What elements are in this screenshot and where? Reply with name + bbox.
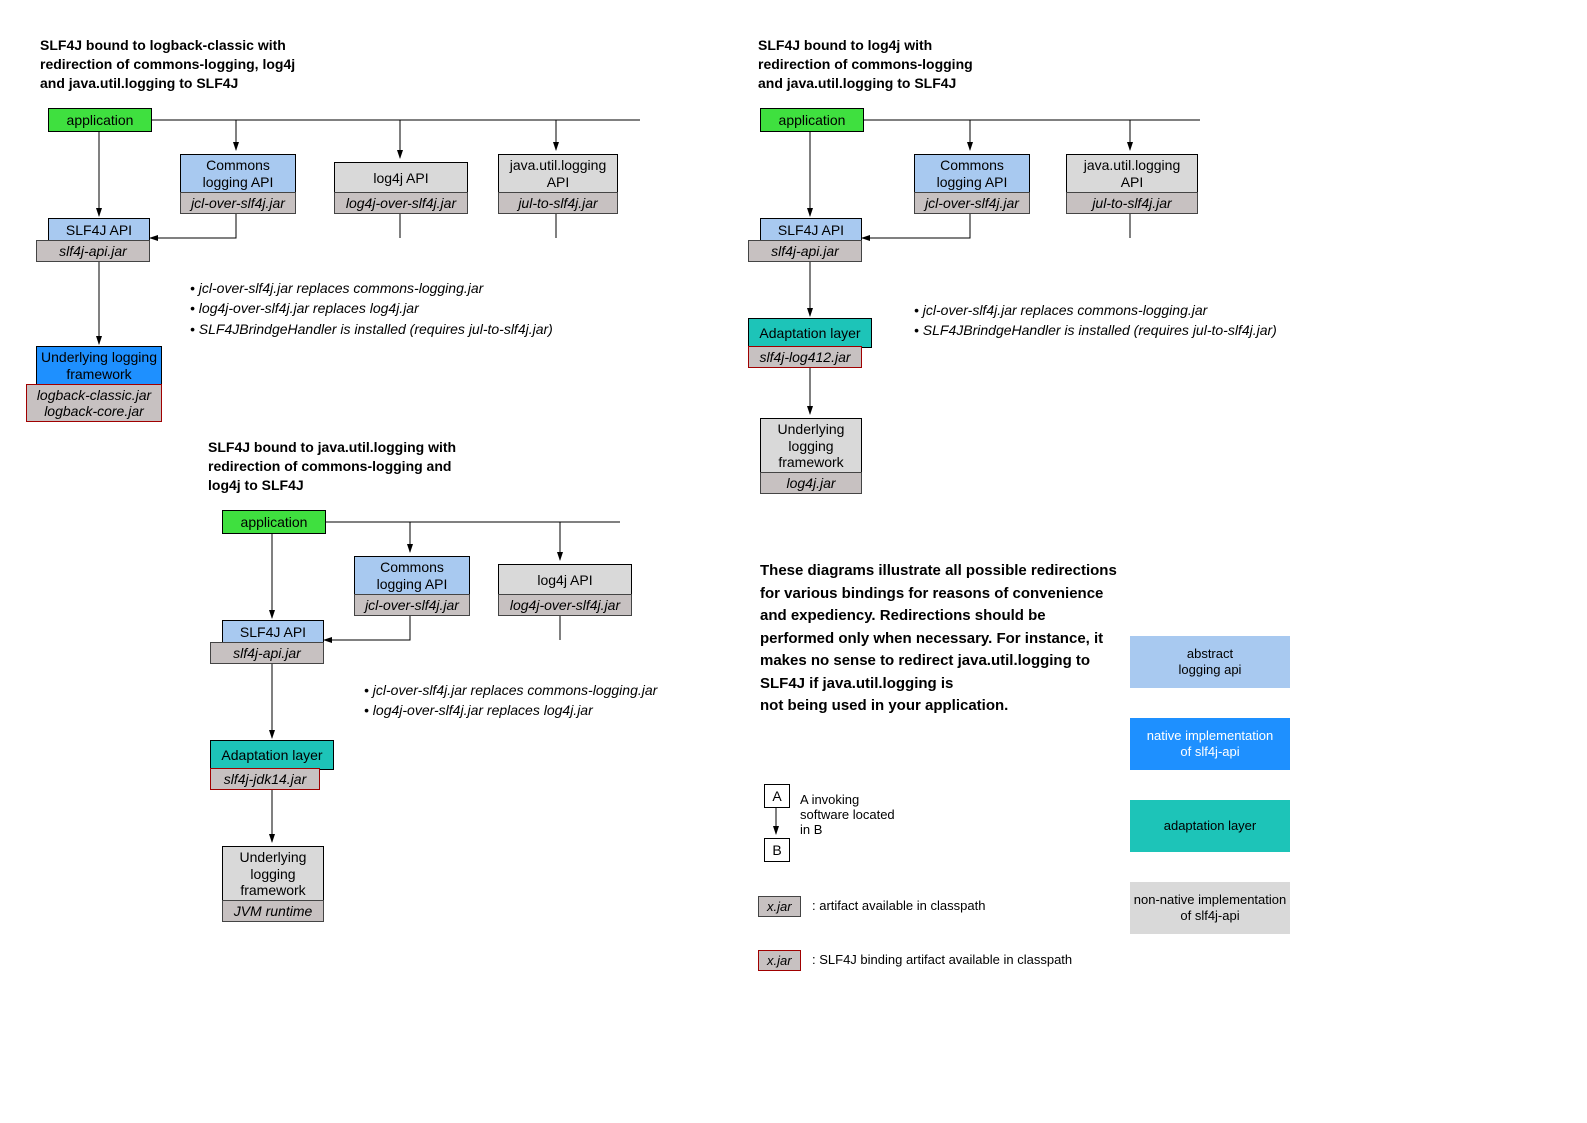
legend-abstract-api: abstract logging api: [1130, 636, 1290, 688]
legend-nonnative-impl: non-native implementation of slf4j-api: [1130, 882, 1290, 934]
d3-underlying: Underlying logging framework: [760, 418, 862, 474]
d2-commons-api: Commons logging API: [354, 556, 470, 596]
d3-commons-api: Commons logging API: [914, 154, 1030, 194]
d1-log4j-jar: log4j-over-slf4j.jar: [334, 192, 468, 214]
d1-bullets: jcl-over-slf4j.jar replaces commons-logg…: [190, 278, 553, 339]
legend-a-box: A: [764, 784, 790, 808]
d3-jul-jar: jul-to-slf4j.jar: [1066, 192, 1198, 214]
legend-b-box: B: [764, 838, 790, 862]
d1-commons-jar: jcl-over-slf4j.jar: [180, 192, 296, 214]
d2-title: SLF4J bound to java.util.logging with re…: [208, 438, 548, 495]
d3-bullet-1: jcl-over-slf4j.jar replaces commons-logg…: [914, 300, 1277, 320]
d2-slf4j-api-jar: slf4j-api.jar: [210, 642, 324, 664]
d3-commons-jar: jcl-over-slf4j.jar: [914, 192, 1030, 214]
d2-log4j-api: log4j API: [498, 564, 632, 596]
d3-underlying-jar: log4j.jar: [760, 472, 862, 494]
d1-slf4j-api-jar: slf4j-api.jar: [36, 240, 150, 262]
d2-slf4j-api: SLF4J API: [222, 620, 324, 644]
legend-xjar-text: : artifact available in classpath: [812, 898, 985, 913]
d3-slf4j-api-jar: slf4j-api.jar: [748, 240, 862, 262]
d3-adaptation-jar: slf4j-log412.jar: [748, 346, 862, 368]
d2-bullet-1: jcl-over-slf4j.jar replaces commons-logg…: [364, 680, 657, 700]
d2-log4j-jar: log4j-over-slf4j.jar: [498, 594, 632, 616]
legend-bindjar-text: : SLF4J binding artifact available in cl…: [812, 952, 1072, 967]
legend-bindjar: x.jar: [758, 950, 801, 971]
legend-adaptation: adaptation layer: [1130, 800, 1290, 852]
d3-application: application: [760, 108, 864, 132]
d3-bullets: jcl-over-slf4j.jar replaces commons-logg…: [914, 300, 1277, 341]
d1-log4j-api: log4j API: [334, 162, 468, 194]
d1-application: application: [48, 108, 152, 132]
d1-bullet-3: SLF4JBrindgeHandler is installed (requir…: [190, 319, 553, 339]
legend-native-impl: native implementation of slf4j-api: [1130, 718, 1290, 770]
note-text: These diagrams illustrate all possible r…: [760, 560, 1120, 718]
d1-jul-jar: jul-to-slf4j.jar: [498, 192, 618, 214]
d3-jul-api: java.util.logging API: [1066, 154, 1198, 194]
page-root: { "d1": { "title": "SLF4J bound to logba…: [0, 0, 1587, 1123]
d2-bullet-2: log4j-over-slf4j.jar replaces log4j.jar: [364, 700, 657, 720]
d2-bullets: jcl-over-slf4j.jar replaces commons-logg…: [364, 680, 657, 721]
d2-commons-jar: jcl-over-slf4j.jar: [354, 594, 470, 616]
d1-title: SLF4J bound to logback-classic with redi…: [40, 36, 400, 93]
legend-xjar: x.jar: [758, 896, 801, 917]
d1-commons-api: Commons logging API: [180, 154, 296, 194]
d2-application: application: [222, 510, 326, 534]
d3-title: SLF4J bound to log4j with redirection of…: [758, 36, 1098, 93]
d2-adaptation: Adaptation layer: [210, 740, 334, 770]
d1-jul-api: java.util.logging API: [498, 154, 618, 194]
d2-underlying-jar: JVM runtime: [222, 900, 324, 922]
d1-bullet-2: log4j-over-slf4j.jar replaces log4j.jar: [190, 298, 553, 318]
d1-slf4j-api: SLF4J API: [48, 218, 150, 242]
d2-underlying: Underlying logging framework: [222, 846, 324, 902]
d3-slf4j-api: SLF4J API: [760, 218, 862, 242]
d1-underlying: Underlying logging framework: [36, 346, 162, 386]
legend-ab-text: A invoking software located in B: [800, 792, 895, 837]
d3-bullet-2: SLF4JBrindgeHandler is installed (requir…: [914, 320, 1277, 340]
d1-underlying-jar: logback-classic.jar logback-core.jar: [26, 384, 162, 422]
d3-adaptation: Adaptation layer: [748, 318, 872, 348]
d1-bullet-1: jcl-over-slf4j.jar replaces commons-logg…: [190, 278, 553, 298]
d2-adaptation-jar: slf4j-jdk14.jar: [210, 768, 320, 790]
